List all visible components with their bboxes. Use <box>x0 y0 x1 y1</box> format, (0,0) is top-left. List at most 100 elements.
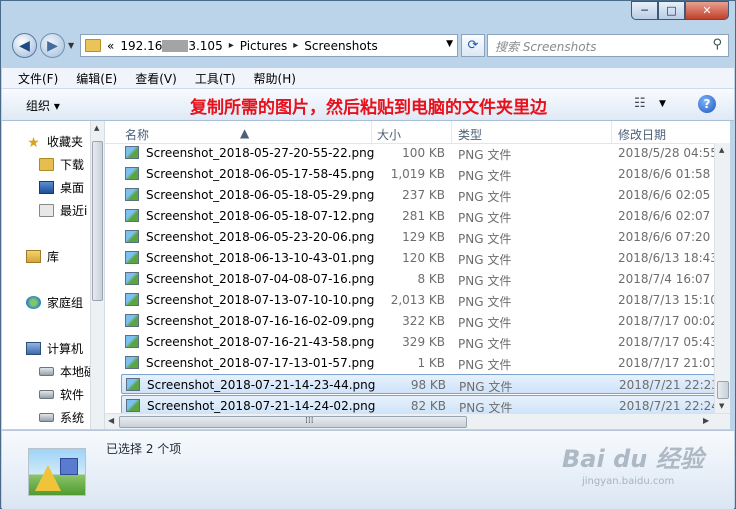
scroll-up-arrow-icon[interactable]: ▲ <box>94 124 99 132</box>
help-button[interactable]: ? <box>698 95 716 113</box>
nav-libraries[interactable]: 库 <box>26 246 59 266</box>
scroll-left-arrow-icon[interactable]: ◀ <box>108 416 114 425</box>
scroll-down-arrow-icon[interactable]: ▼ <box>719 402 724 410</box>
organize-button[interactable]: 组织 ▾ <box>26 97 60 114</box>
file-date: 2018/7/21 22:23 <box>619 378 719 392</box>
breadcrumb-host-part-b: 3.105 <box>188 38 223 53</box>
menu-view[interactable]: 查看(V) <box>135 70 177 87</box>
nav-software-drive[interactable]: 软件 <box>39 384 84 404</box>
minimize-button[interactable]: ─ <box>631 1 658 20</box>
menu-file[interactable]: 文件(F) <box>18 70 58 87</box>
png-file-icon <box>125 188 139 201</box>
address-bar[interactable]: « 192.16 3.105 ▸ Pictures ▸ Screenshots ▼ <box>80 34 458 57</box>
file-size: 1 KB <box>417 356 445 370</box>
nav-homegroup[interactable]: 家庭组 <box>26 292 83 312</box>
file-row[interactable]: Screenshot_2018-07-16-16-02-09.png 322 KB… <box>121 311 718 331</box>
file-row[interactable]: Screenshot_2018-06-05-17-58-45.png 1,019 … <box>121 164 715 184</box>
nav-system-drive[interactable]: 系统 <box>39 407 84 427</box>
png-file-icon <box>125 230 139 243</box>
instruction-annotation: 复制所需的图片，然后粘贴到电脑的文件夹里边 <box>190 98 547 118</box>
column-divider[interactable] <box>371 121 372 143</box>
file-date: 2018/6/13 18:43 <box>618 251 718 265</box>
menu-tools[interactable]: 工具(T) <box>195 70 236 87</box>
png-file-icon <box>125 251 139 264</box>
file-row[interactable]: Screenshot_2018-07-04-08-07-16.png 8 KB PN… <box>121 269 715 289</box>
breadcrumb-screenshots[interactable]: Screenshots <box>304 39 377 53</box>
file-size: 281 KB <box>402 209 445 223</box>
scroll-right-arrow-icon[interactable]: ▶ <box>703 416 709 425</box>
computer-icon <box>26 341 41 355</box>
breadcrumb-separator[interactable]: ▸ <box>229 40 234 51</box>
command-bar: 组织 ▾ 复制所需的图片，然后粘贴到电脑的文件夹里边 ☷ ▼ ? <box>2 89 734 121</box>
file-type: PNG 文件 <box>458 190 512 204</box>
scroll-up-arrow-icon[interactable]: ▲ <box>719 146 724 154</box>
file-row[interactable]: Screenshot_2018-07-21-14-24-02.png 82 KB P… <box>121 395 719 415</box>
search-input[interactable]: 搜索 Screenshots ⚲ <box>487 34 729 57</box>
file-row[interactable]: Screenshot_2018-07-13-07-10-10.png 2,013 … <box>121 290 718 310</box>
refresh-button[interactable]: ⟳ <box>461 34 485 57</box>
column-header-size[interactable]: 大小 <box>377 126 401 143</box>
column-header-type[interactable]: 类型 <box>458 126 482 143</box>
forward-button[interactable]: ▶ <box>40 33 65 58</box>
nav-favorites[interactable]: ★ 收藏夹 <box>26 131 83 151</box>
menu-help[interactable]: 帮助(H) <box>254 70 296 87</box>
file-row[interactable]: Screenshot_2018-07-21-14-23-44.png 98 KB P… <box>121 374 719 394</box>
file-size: 100 KB <box>402 146 445 160</box>
explorer-window: ─ □ ✕ ◀ ▶ ▼ « 192.16 3.105 ▸ Pictures ▸ S… <box>0 0 736 509</box>
file-list-scrollbar[interactable]: ▲ ▼ <box>714 143 730 413</box>
nav-local-disk[interactable]: 本地磁 <box>39 361 96 381</box>
cube-shape <box>60 458 78 475</box>
horizontal-scrollbar[interactable]: ◀ ⁞⁞⁞ ▶ <box>105 413 730 429</box>
nav-downloads[interactable]: 下载 <box>39 154 84 174</box>
breadcrumb-pictures[interactable]: Pictures <box>240 39 288 53</box>
view-dropdown[interactable]: ▼ <box>659 99 666 109</box>
file-row[interactable]: Screenshot_2018-07-17-13-01-57.png 1 KB PN… <box>121 353 718 373</box>
file-date: 2018/7/21 22:24 <box>619 399 719 413</box>
selection-count: 已选择 2 个项 <box>106 442 182 456</box>
file-date: 2018/6/6 02:05 <box>618 188 711 202</box>
menu-edit[interactable]: 编辑(E) <box>76 70 117 87</box>
png-file-icon <box>125 356 139 369</box>
breadcrumb-overflow[interactable]: « <box>107 39 114 53</box>
column-divider[interactable] <box>451 121 452 143</box>
nav-label: 收藏夹 <box>47 134 84 149</box>
file-list-scroll-thumb[interactable] <box>717 381 729 399</box>
file-row[interactable]: Screenshot_2018-06-05-18-05-29.png 237 KB… <box>121 185 715 205</box>
file-name: Screenshot_2018-05-27-20-55-22.png <box>146 146 375 160</box>
magnifier-icon[interactable]: ⚲ <box>712 37 722 52</box>
address-dropdown[interactable]: ▼ <box>446 39 453 49</box>
file-size: 82 KB <box>410 399 446 413</box>
close-button[interactable]: ✕ <box>685 1 729 20</box>
library-icon <box>26 249 41 263</box>
file-row[interactable]: Screenshot_2018-05-27-20-55-22.png 100 KB… <box>121 143 718 163</box>
drive-icon <box>39 389 54 399</box>
details-pane: 已选择 2 个项 Bai du 经验 jingyan.baidu.com <box>2 430 734 509</box>
file-row[interactable]: Screenshot_2018-07-16-21-43-58.png 329 KB… <box>121 332 718 352</box>
nav-label: 最近i <box>60 203 88 218</box>
nav-recent[interactable]: 最近i <box>39 200 87 220</box>
file-date: 2018/7/13 15:10 <box>618 293 718 307</box>
nav-label: 桌面 <box>60 180 85 195</box>
file-row[interactable]: Screenshot_2018-06-05-23-20-06.png 129 KB… <box>121 227 715 247</box>
star-icon: ★ <box>27 134 40 151</box>
nav-scroll-thumb[interactable] <box>92 141 103 301</box>
horizontal-scroll-thumb[interactable]: ⁞⁞⁞ <box>119 416 467 428</box>
file-date: 2018/6/6 01:58 <box>618 167 711 181</box>
file-row[interactable]: Screenshot_2018-06-05-18-07-12.png 281 KB… <box>121 206 715 226</box>
navigation-pane: ★ 收藏夹 下载 桌面 最近i 库 家庭组 计算机 本地磁 软件 系统 ▲ <box>2 121 105 429</box>
nav-scrollbar[interactable]: ▲ <box>90 121 104 429</box>
view-options-icon[interactable]: ☷ <box>634 96 646 111</box>
column-header-name[interactable]: 名称 <box>125 126 149 143</box>
back-button[interactable]: ◀ <box>12 33 37 58</box>
column-divider[interactable] <box>611 121 612 143</box>
nav-label: 系统 <box>60 410 85 425</box>
nav-computer[interactable]: 计算机 <box>26 338 83 358</box>
file-size: 2,013 KB <box>390 293 445 307</box>
column-header-date[interactable]: 修改日期 <box>618 126 666 143</box>
breadcrumb-separator[interactable]: ▸ <box>293 40 298 51</box>
recent-pages-dropdown[interactable]: ▼ <box>68 41 74 50</box>
nav-desktop[interactable]: 桌面 <box>39 177 84 197</box>
maximize-button[interactable]: □ <box>658 1 685 20</box>
file-row[interactable]: Screenshot_2018-06-13-10-43-01.png 120 KB… <box>121 248 718 268</box>
breadcrumb-host[interactable]: 192.16 3.105 <box>120 39 222 53</box>
